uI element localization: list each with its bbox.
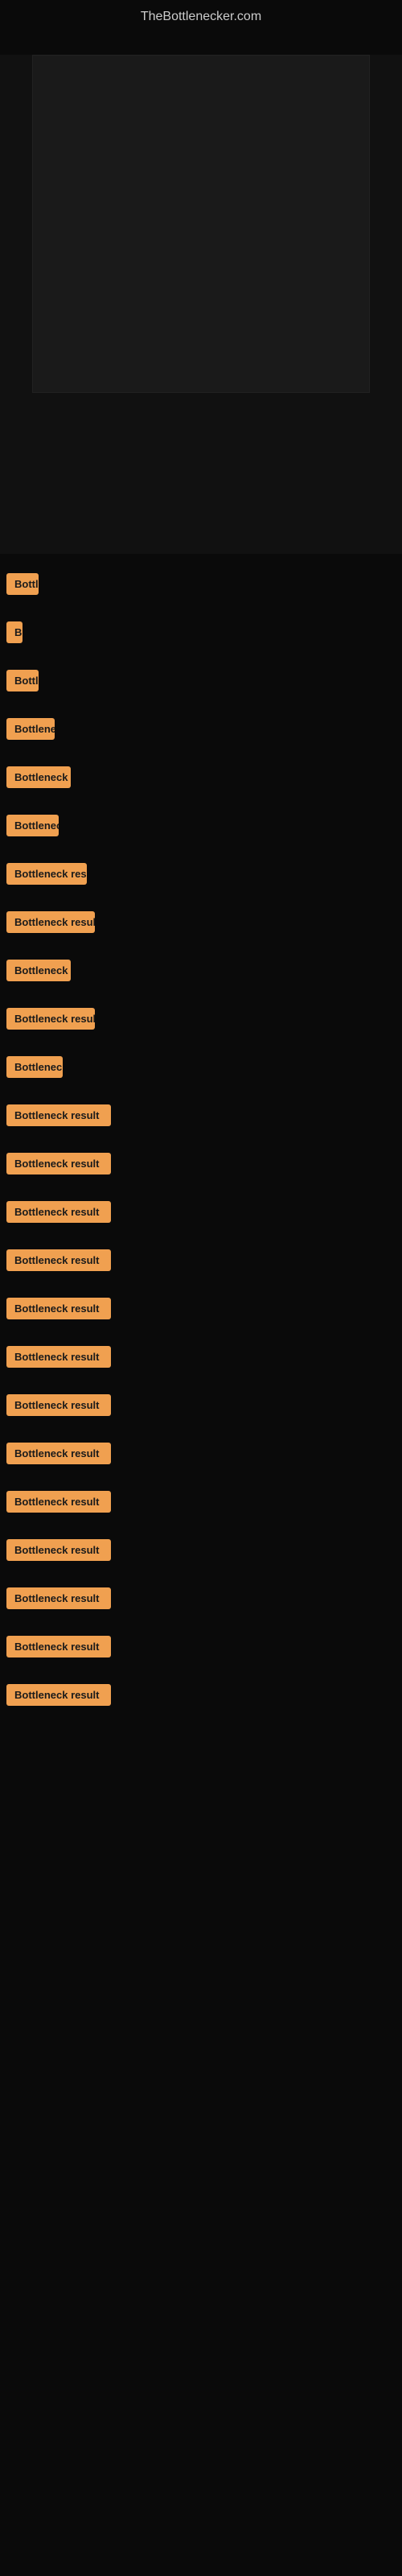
bottleneck-row: Bottleneck result — [0, 1584, 402, 1624]
bottleneck-result-badge[interactable]: Bottleneck result — [6, 960, 71, 981]
bottleneck-row: Bottleneck result — [0, 908, 402, 948]
bottleneck-result-badge[interactable]: Bottleneck result — [6, 766, 71, 788]
bottleneck-row: Bottleneck result — [0, 1343, 402, 1383]
bottleneck-result-badge[interactable]: Bottleneck result — [6, 621, 23, 643]
bottleneck-row: Bottleneck result — [0, 1439, 402, 1480]
bottleneck-row: Bottleneck result — [0, 1633, 402, 1673]
bottleneck-row: Bottleneck result — [0, 1681, 402, 1721]
bottleneck-result-badge[interactable]: Bottleneck result — [6, 1443, 111, 1464]
bottleneck-row: Bottleneck result — [0, 1391, 402, 1431]
bottleneck-row: Bottleneck result — [0, 618, 402, 658]
site-title: TheBottlenecker.com — [0, 0, 402, 31]
bottleneck-result-badge[interactable]: Bottleneck result — [6, 1249, 111, 1271]
bottleneck-row: Bottleneck result — [0, 1536, 402, 1576]
bottleneck-result-badge[interactable]: Bottleneck result — [6, 1008, 95, 1030]
bottleneck-result-badge[interactable]: Bottleneck result — [6, 863, 87, 885]
bottleneck-result-badge[interactable]: Bottleneck result — [6, 573, 39, 595]
results-section: Bottleneck result Bottleneck result Bottle… — [0, 554, 402, 1721]
bottleneck-result-badge[interactable]: Bottleneck result — [6, 1201, 111, 1223]
bottleneck-result-badge[interactable]: Bottleneck result — [6, 1539, 111, 1561]
bottleneck-result-badge[interactable]: Bottleneck result — [6, 1104, 111, 1126]
bottleneck-row: Bottleneck result — [0, 715, 402, 755]
bottleneck-result-badge[interactable]: Bottleneck result — [6, 670, 39, 691]
bottleneck-result-badge[interactable]: Bottleneck result — [6, 1153, 111, 1174]
bottleneck-row: Bottleneck result — [0, 1246, 402, 1286]
bottleneck-row: Bottleneck result — [0, 1053, 402, 1093]
bottleneck-row: Bottleneck result — [0, 956, 402, 997]
bottleneck-result-badge[interactable]: Bottleneck result — [6, 911, 95, 933]
bottleneck-result-badge[interactable]: Bottleneck result — [6, 1636, 111, 1657]
bottleneck-row: Bottleneck result — [0, 1198, 402, 1238]
bottleneck-result-badge[interactable]: Bottleneck result — [6, 1394, 111, 1416]
bottleneck-result-badge[interactable]: Bottleneck result — [6, 1346, 111, 1368]
bottleneck-row: Bottleneck result — [0, 860, 402, 900]
bottleneck-result-badge[interactable]: Bottleneck result — [6, 1684, 111, 1706]
bottleneck-row: Bottleneck result — [0, 1294, 402, 1335]
chart-area — [0, 55, 402, 554]
bottleneck-result-badge[interactable]: Bottleneck result — [6, 1587, 111, 1609]
chart-inner — [32, 55, 370, 393]
bottleneck-result-badge[interactable]: Bottleneck result — [6, 1298, 111, 1319]
bottleneck-row: Bottleneck result — [0, 570, 402, 610]
bottleneck-row: Bottleneck result — [0, 1150, 402, 1190]
bottleneck-row: Bottleneck result — [0, 1488, 402, 1528]
bottleneck-row: Bottleneck result — [0, 1101, 402, 1141]
bottleneck-row: Bottleneck result — [0, 811, 402, 852]
bottleneck-row: Bottleneck result — [0, 1005, 402, 1045]
bottleneck-result-badge[interactable]: Bottleneck result — [6, 1056, 63, 1078]
bottleneck-result-badge[interactable]: Bottleneck result — [6, 815, 59, 836]
bottleneck-result-badge[interactable]: Bottleneck result — [6, 718, 55, 740]
bottleneck-result-badge[interactable]: Bottleneck result — [6, 1491, 111, 1513]
bottleneck-row: Bottleneck result — [0, 763, 402, 803]
bottleneck-row: Bottleneck result — [0, 667, 402, 707]
